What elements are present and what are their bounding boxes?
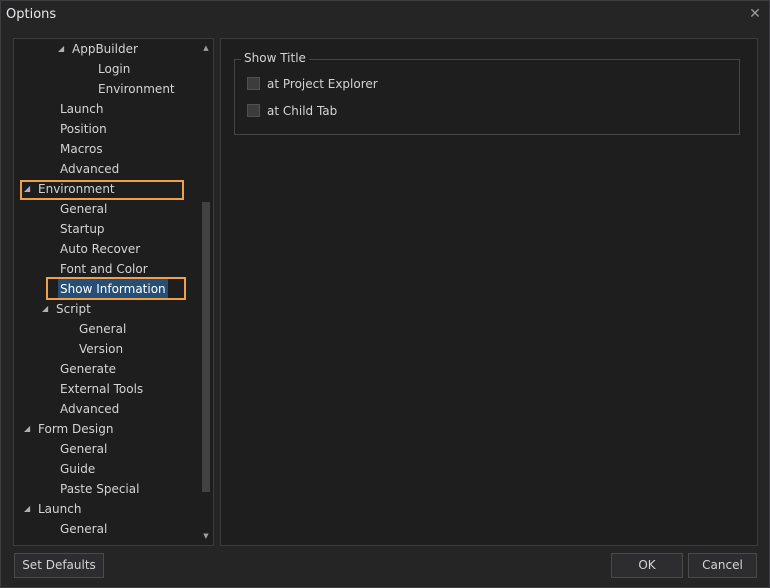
expanded-arrow-icon[interactable]: ◢ [42,299,54,319]
tree-item-macros[interactable]: Macros [58,139,105,159]
scroll-thumb[interactable] [202,202,210,492]
cancel-button[interactable]: Cancel [688,553,757,578]
checkbox-box[interactable] [247,77,260,90]
tree-item-version[interactable]: Version [77,339,125,359]
tree-item-launch[interactable]: Launch [58,99,105,119]
tree-item-auto-recover[interactable]: Auto Recover [58,239,142,259]
tree-item-general[interactable]: General [58,199,109,219]
expanded-arrow-icon[interactable]: ◢ [24,419,36,439]
checkbox-label: at Child Tab [267,104,338,118]
tree-item-launch-general[interactable]: General [58,519,109,539]
tree-item-position[interactable]: Position [58,119,109,139]
show-title-group: Show Title at Project Explorer at Child … [234,51,740,135]
expanded-arrow-icon[interactable]: ◢ [24,499,36,519]
tree-item-script-general[interactable]: General [77,319,128,339]
tree-item-environment-sub[interactable]: Environment [96,79,177,99]
checkbox-box[interactable] [247,104,260,117]
scroll-down-icon[interactable]: ▼ [199,529,213,543]
tree-item-login[interactable]: Login [96,59,132,79]
close-icon[interactable]: ✕ [747,6,763,22]
title-bar: Options ✕ [1,1,769,29]
dialog-title: Options [6,7,57,22]
tree-item-env-advanced[interactable]: Advanced [58,399,121,419]
checkbox-at-project-explorer[interactable]: at Project Explorer [247,75,378,93]
expanded-arrow-icon[interactable]: ◢ [58,39,70,59]
tree-item-script[interactable]: ◢ Script [42,299,93,319]
tree-item-external-tools[interactable]: External Tools [58,379,145,399]
checkbox-at-child-tab[interactable]: at Child Tab [247,102,337,120]
settings-panel: Show Title at Project Explorer at Child … [220,38,758,546]
group-title: Show Title [241,51,309,65]
tree-item-appbuilder[interactable]: ◢ AppBuilder [58,39,140,59]
tree-item-paste-special[interactable]: Paste Special [58,479,141,499]
set-defaults-button[interactable]: Set Defaults [14,553,104,578]
tree-item-environment[interactable]: ◢ Environment [24,179,117,199]
tree-item-guide[interactable]: Guide [58,459,97,479]
expanded-arrow-icon[interactable]: ◢ [24,179,36,199]
tree-scrollbar[interactable]: ▲ ▼ [199,39,213,545]
tree-item-advanced[interactable]: Advanced [58,159,121,179]
checkbox-label: at Project Explorer [267,77,378,91]
tree-item-show-information[interactable]: Show Information [58,279,168,299]
tree-item-font-and-color[interactable]: Font and Color [58,259,150,279]
tree-item-form-general[interactable]: General [58,439,109,459]
tree-item-generate[interactable]: Generate [58,359,118,379]
tree-item-launch-root[interactable]: ◢ Launch [24,499,83,519]
tree-item-form-design[interactable]: ◢ Form Design [24,419,115,439]
options-tree: ◢ AppBuilder Login Environment Launch Pos… [13,38,214,546]
ok-button[interactable]: OK [611,553,683,578]
options-dialog: Options ✕ ◢ AppBuilder Login Environment … [0,0,770,588]
scroll-up-icon[interactable]: ▲ [199,41,213,55]
tree-item-startup[interactable]: Startup [58,219,107,239]
